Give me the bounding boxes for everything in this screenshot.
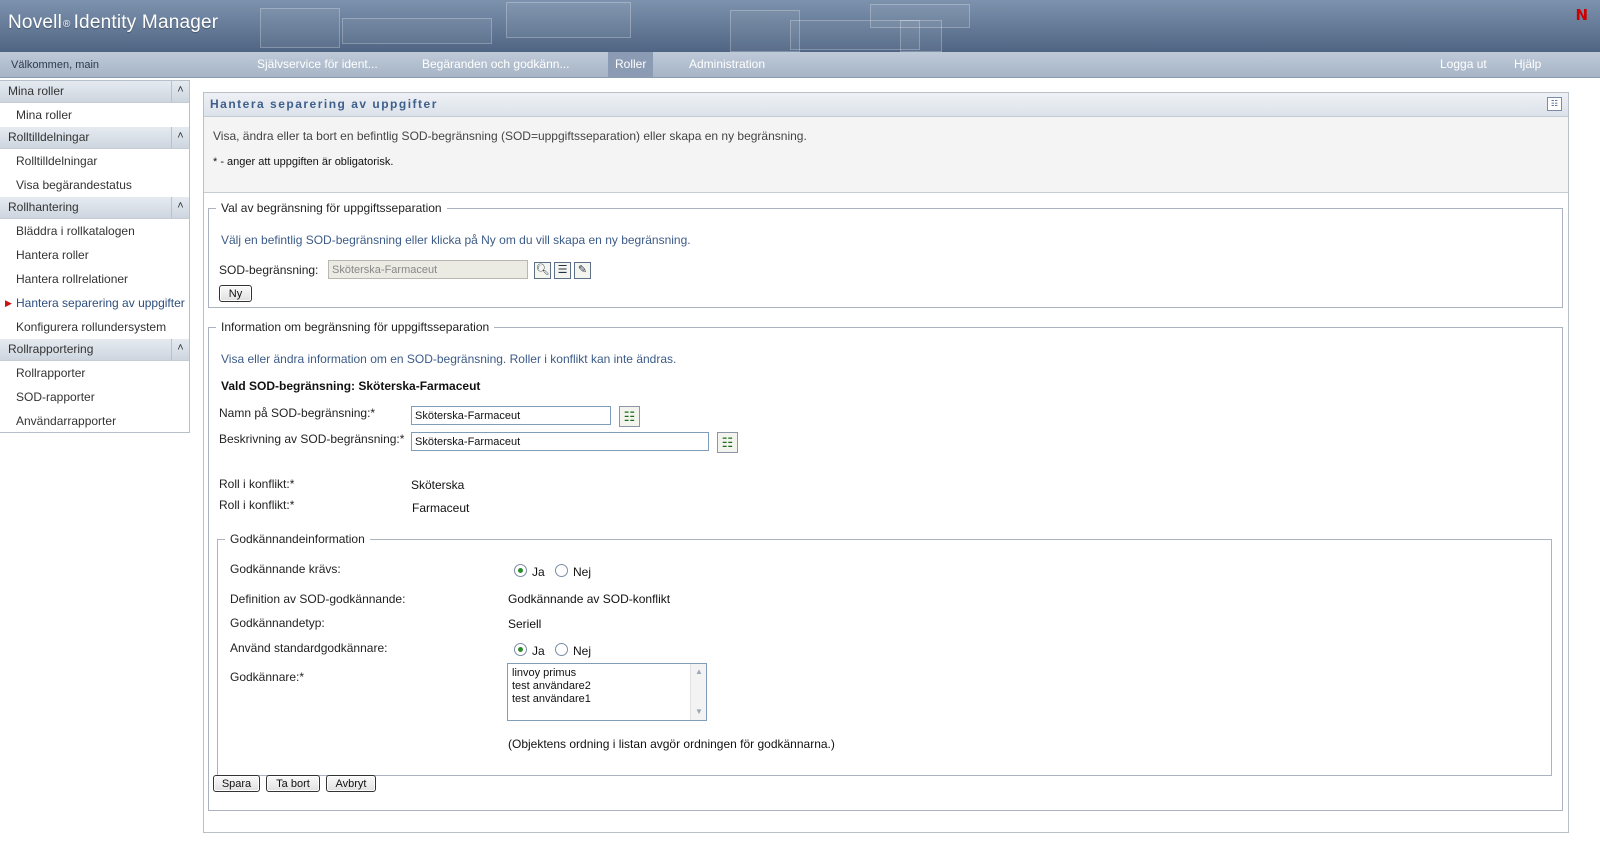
sod-constraint-field[interactable] xyxy=(328,260,528,279)
sidebar-item-sod-reports[interactable]: SOD-rapporter xyxy=(0,385,189,409)
save-button[interactable]: Spara xyxy=(213,775,260,792)
selection-legend: Val av begränsning för uppgiftsseparatio… xyxy=(221,201,442,215)
translate-icon[interactable]: ☷ xyxy=(619,406,640,427)
search-icon[interactable]: 🔍︎ xyxy=(534,262,551,279)
sidebar-section-title: Rolltilldelningar xyxy=(8,130,90,144)
registered-mark: ® xyxy=(63,19,71,30)
name-label: Namn på SOD-begränsning:* xyxy=(219,406,376,420)
nav-tab-administration[interactable]: Administration xyxy=(682,52,772,77)
sidebar-item-user-reports[interactable]: Användarrapporter xyxy=(0,409,189,433)
app-header: Novell® Identity Manager N xyxy=(0,0,1600,52)
info-legend: Information om begränsning för uppgiftss… xyxy=(221,320,490,334)
nav-tab-self-service[interactable]: Självservice för ident... xyxy=(250,52,385,77)
radio-label-yes: Ja xyxy=(532,644,545,658)
info-help: Visa eller ändra information om en SOD-b… xyxy=(221,352,677,366)
conflict-role-value: Sköterska xyxy=(411,478,465,492)
brand-name: Novell xyxy=(8,12,62,33)
sidebar-section-title: Mina roller xyxy=(8,84,65,98)
sidebar-section-role-assignments[interactable]: Rolltilldelningar ˄ xyxy=(0,127,189,149)
edit-icon[interactable]: ✎ xyxy=(574,262,591,279)
translate-icon[interactable]: ☷ xyxy=(717,432,738,453)
description-field[interactable] xyxy=(411,432,709,451)
scroll-up-icon[interactable]: ▲ xyxy=(692,665,706,679)
info-fieldset: Information om begränsning för uppgiftss… xyxy=(208,320,1563,811)
panel-description: Visa, ändra eller ta bort en befintlig S… xyxy=(213,129,807,143)
scroll-down-icon[interactable]: ▼ xyxy=(692,705,706,719)
sidebar-item-browse-catalog[interactable]: Bläddra i rollkatalogen xyxy=(0,219,189,243)
collapse-icon[interactable]: ˄ xyxy=(171,197,189,218)
nav-tab-requests-approvals[interactable]: Begäranden och godkänn... xyxy=(415,52,576,77)
required-note: * - anger att uppgiften är obligatorisk. xyxy=(213,156,394,168)
conflict-role-label: Roll i konflikt:* xyxy=(219,498,295,512)
sidebar-section-role-reporting[interactable]: Rollrapportering ˄ xyxy=(0,339,189,361)
collapse-icon[interactable]: ˄ xyxy=(171,81,189,102)
delete-button[interactable]: Ta bort xyxy=(266,775,320,792)
sidebar-section-title: Rollrapportering xyxy=(8,342,94,356)
sidebar-item-manage-relations[interactable]: Hantera rollrelationer xyxy=(0,267,189,291)
intro-section: Visa, ändra eller ta bort en befintlig S… xyxy=(204,117,1568,193)
approval-legend: Godkännandeinformation xyxy=(230,532,365,546)
default-approvers-no-radio[interactable] xyxy=(555,643,568,656)
panel-options-icon[interactable]: ☷ xyxy=(1547,97,1562,111)
list-item[interactable]: test användare1 xyxy=(508,693,706,706)
main-panel: Hantera separering av uppgifter ☷ Visa, … xyxy=(203,92,1569,833)
cancel-button[interactable]: Avbryt xyxy=(326,775,376,792)
sidebar-item-role-reports[interactable]: Rollrapporter xyxy=(0,361,189,385)
name-field[interactable] xyxy=(411,406,611,425)
list-item[interactable]: linvoy primus xyxy=(508,667,706,680)
radio-label-no: Nej xyxy=(573,565,592,579)
sidebar-item-label: Hantera separering av uppgifter xyxy=(16,296,185,310)
approval-required-label: Godkännande krävs: xyxy=(230,562,341,576)
radio-label-no: Nej xyxy=(573,644,592,658)
panel-title: Hantera separering av uppgifter ☷ xyxy=(204,93,1568,117)
approval-type-value: Seriell xyxy=(508,617,542,631)
panel-title-text: Hantera separering av uppgifter xyxy=(210,97,438,111)
sidebar-section-title: Rollhantering xyxy=(8,200,79,214)
new-button[interactable]: Ny xyxy=(219,285,252,302)
default-approvers-label: Använd standardgodkännare: xyxy=(230,641,388,655)
sidebar-section-my-roles[interactable]: Mina roller ˄ xyxy=(0,81,189,103)
conflict-role-label: Roll i konflikt:* xyxy=(219,477,295,491)
radio-label-yes: Ja xyxy=(532,565,545,579)
welcome-text: Välkommen, main xyxy=(11,59,100,71)
sidebar-item-request-status[interactable]: Visa begärandestatus xyxy=(0,173,189,197)
current-item-arrow-icon: ▶ xyxy=(5,298,12,308)
nav-bar: Välkommen, main Självservice för ident..… xyxy=(0,52,1600,78)
selected-constraint-heading: Vald SOD-begränsning: Sköterska-Farmaceu… xyxy=(221,379,481,393)
novell-logo-icon: N xyxy=(1575,6,1588,24)
sidebar-item-role-assignments[interactable]: Rolltilldelningar xyxy=(0,149,189,173)
sidebar-item-my-roles[interactable]: Mina roller xyxy=(0,103,189,127)
approval-required-no-radio[interactable] xyxy=(555,564,568,577)
header-decoration xyxy=(230,0,1130,52)
approval-required-yes-radio[interactable] xyxy=(514,564,527,577)
help-link[interactable]: Hjälp xyxy=(1507,52,1548,77)
approval-definition-label: Definition av SOD-godkännande: xyxy=(230,592,406,606)
logout-link[interactable]: Logga ut xyxy=(1433,52,1494,77)
description-label: Beskrivning av SOD-begränsning:* xyxy=(219,432,405,446)
approval-fieldset: Godkännandeinformation Godkännande krävs… xyxy=(217,532,1552,776)
nav-tab-roles[interactable]: Roller xyxy=(608,52,654,77)
selection-help: Välj en befintlig SOD-begränsning eller … xyxy=(221,233,691,247)
approvers-label: Godkännare:* xyxy=(230,670,305,684)
collapse-icon[interactable]: ˄ xyxy=(171,127,189,148)
conflict-role-value: Farmaceut xyxy=(412,501,470,515)
sod-constraint-label: SOD-begränsning: xyxy=(219,263,319,277)
sidebar-item-configure-subsystem[interactable]: Konfigurera rollundersystem xyxy=(0,315,189,339)
sidebar-item-manage-sod[interactable]: ▶ Hantera separering av uppgifter xyxy=(0,291,189,315)
app-title: Novell® Identity Manager xyxy=(8,12,218,34)
selection-fieldset: Val av begränsning för uppgiftsseparatio… xyxy=(208,201,1563,308)
approvers-order-note: (Objektens ordning i listan avgör ordnin… xyxy=(508,737,835,751)
default-approvers-yes-radio[interactable] xyxy=(514,643,527,656)
approval-definition-value: Godkännande av SOD-konflikt xyxy=(508,592,671,606)
product-name: Identity Manager xyxy=(73,12,219,33)
sidebar: Mina roller ˄ Mina roller Rolltilldelnin… xyxy=(0,80,190,433)
listbox-scrollbar[interactable]: ▲ ▼ xyxy=(690,664,706,720)
approvers-listbox[interactable]: linvoy primus test användare2 test använ… xyxy=(507,663,707,721)
sidebar-item-manage-roles[interactable]: Hantera roller xyxy=(0,243,189,267)
list-item[interactable]: test användare2 xyxy=(508,680,706,693)
history-list-icon[interactable]: ☰ xyxy=(554,262,571,279)
approval-type-label: Godkännandetyp: xyxy=(230,616,325,630)
sidebar-section-role-management[interactable]: Rollhantering ˄ xyxy=(0,197,189,219)
collapse-icon[interactable]: ˄ xyxy=(171,339,189,360)
